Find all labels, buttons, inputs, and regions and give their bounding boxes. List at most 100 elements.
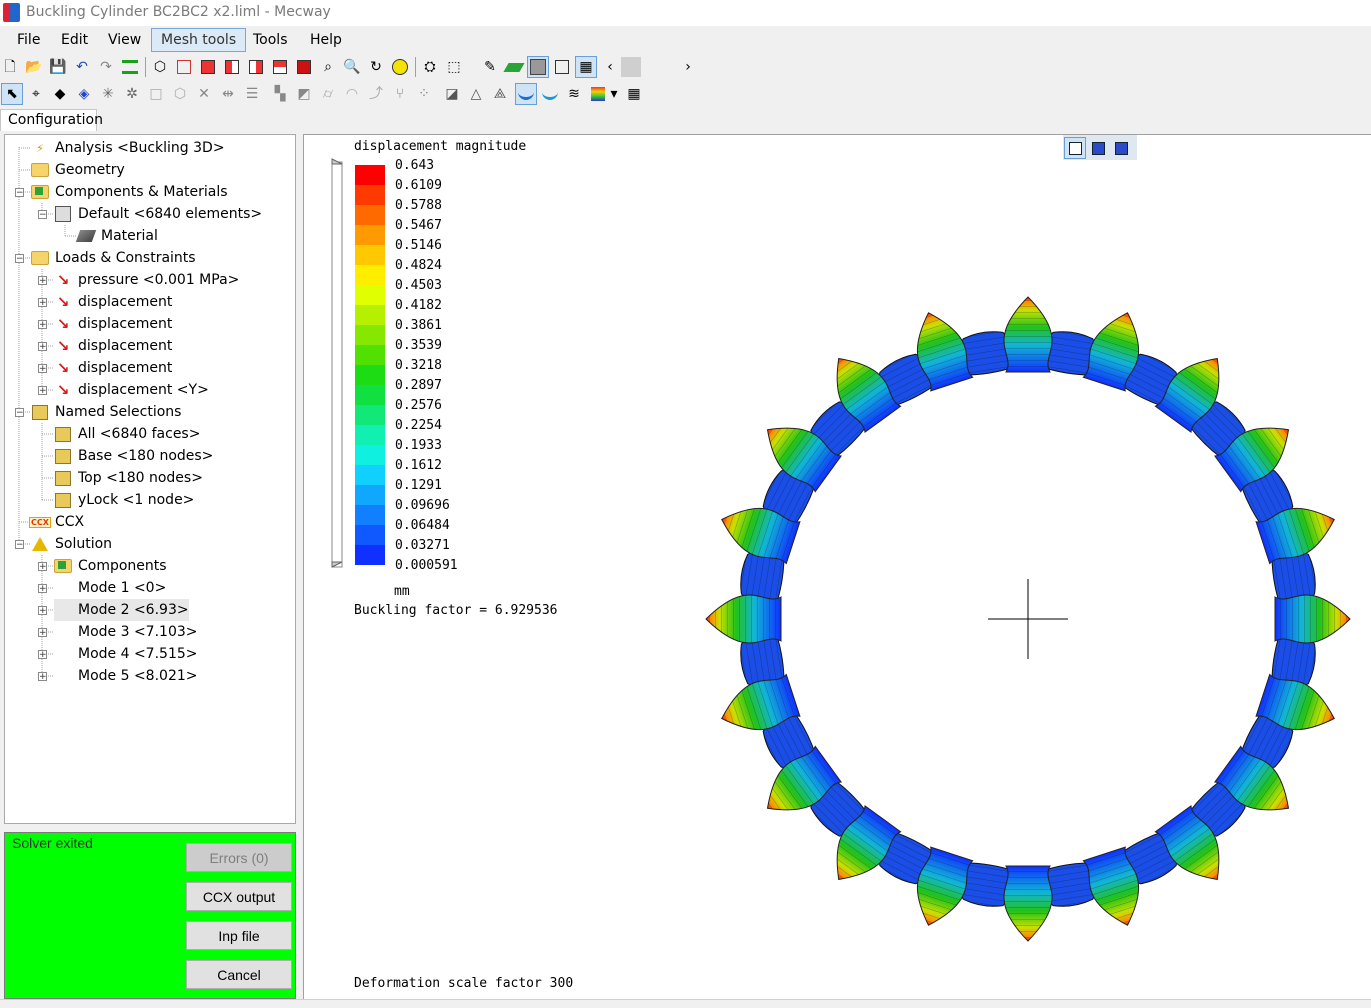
cylinder-icon[interactable]: ⌭ bbox=[318, 84, 338, 104]
toolbar-scroll-thumb[interactable] bbox=[621, 57, 641, 77]
contour-icon[interactable]: ≋ bbox=[564, 84, 584, 104]
collapse-toggle[interactable]: − bbox=[15, 188, 24, 198]
expand-toggle[interactable]: + bbox=[38, 364, 47, 374]
rotate-icon[interactable]: ↻ bbox=[366, 57, 386, 77]
menu-help[interactable]: Help bbox=[302, 31, 350, 49]
edit-icon[interactable]: ✎ bbox=[480, 57, 500, 77]
wireframe-view-icon[interactable]: ⬡ bbox=[150, 57, 170, 77]
tree-item[interactable]: ↘ displacement bbox=[54, 291, 173, 313]
triangulate-icon[interactable]: ◪ bbox=[442, 84, 462, 104]
refine-icon[interactable]: ◩ bbox=[294, 84, 314, 104]
tree-item[interactable]: Mode 4 <7.515> bbox=[54, 643, 198, 665]
tree-item[interactable]: Top <180 nodes> bbox=[54, 467, 203, 489]
select-mode-icon[interactable]: ⬚ bbox=[444, 57, 464, 77]
mesh-icon[interactable]: ⛭ bbox=[420, 57, 440, 77]
tree-item[interactable]: ↘ displacement bbox=[54, 357, 173, 379]
expand-toggle[interactable]: + bbox=[38, 672, 47, 682]
tree-item[interactable]: ↘ displacement bbox=[54, 313, 173, 335]
tree-item[interactable]: Named Selections bbox=[31, 401, 181, 423]
node-select-icon[interactable]: ◈ bbox=[74, 84, 94, 104]
tree-item[interactable]: CCX CCX bbox=[29, 511, 84, 533]
mesh-view-icon[interactable]: ▦ bbox=[575, 56, 597, 78]
cancel-button[interactable]: Cancel bbox=[186, 960, 292, 989]
tree-item[interactable]: Material bbox=[75, 225, 158, 247]
chevron-down-icon[interactable]: ▾ bbox=[608, 84, 620, 104]
expand-toggle[interactable]: + bbox=[38, 628, 47, 638]
tab-configuration[interactable]: Configuration bbox=[0, 109, 103, 131]
tree-item[interactable]: Components & Materials bbox=[31, 181, 228, 203]
menu-file[interactable]: File bbox=[9, 31, 48, 49]
fit-view-icon[interactable] bbox=[390, 57, 410, 77]
tree-item[interactable]: All <6840 faces> bbox=[54, 423, 200, 445]
tri-outline-icon[interactable]: ⟁ bbox=[490, 84, 510, 104]
view-left-icon[interactable] bbox=[222, 57, 242, 77]
expand-toggle[interactable]: + bbox=[38, 584, 47, 594]
face-select-icon[interactable]: ◆ bbox=[50, 84, 70, 104]
view-top-icon[interactable] bbox=[270, 57, 290, 77]
buckled-cylinder-model[interactable] bbox=[304, 135, 1371, 999]
expand-toggle[interactable]: + bbox=[38, 650, 47, 660]
view-right-icon[interactable] bbox=[246, 57, 266, 77]
menu-edit[interactable]: Edit bbox=[53, 31, 96, 49]
collapse-toggle[interactable]: − bbox=[15, 408, 24, 418]
scatter-icon[interactable]: ⁘ bbox=[414, 84, 434, 104]
open-folder-icon[interactable]: 📂 bbox=[24, 57, 44, 77]
deformed-shape-icon[interactable] bbox=[515, 83, 537, 105]
expand-toggle[interactable]: + bbox=[38, 342, 47, 352]
tree-item[interactable]: yLock <1 node> bbox=[54, 489, 194, 511]
expand-toggle[interactable]: + bbox=[38, 298, 47, 308]
tree-item[interactable]: ⚡ Analysis <Buckling 3D> bbox=[31, 137, 224, 159]
menu-tools[interactable]: Tools bbox=[245, 31, 296, 49]
tree-item[interactable]: Loads & Constraints bbox=[31, 247, 196, 269]
collapse-toggle[interactable]: − bbox=[15, 540, 24, 550]
solve-icon[interactable] bbox=[120, 57, 140, 77]
table-icon[interactable]: ▦ bbox=[624, 84, 644, 104]
extrude-icon[interactable]: ☰ bbox=[242, 84, 262, 104]
view-bottom-icon[interactable] bbox=[294, 57, 314, 77]
tree-item[interactable]: Solution bbox=[31, 533, 112, 555]
edges-view-icon[interactable] bbox=[552, 57, 572, 77]
tetra-icon[interactable]: △ bbox=[466, 84, 486, 104]
pointer-select-icon[interactable]: ⬉ bbox=[1, 83, 23, 105]
split-icon[interactable]: ✲ bbox=[122, 84, 142, 104]
merge-icon[interactable]: ▚ bbox=[270, 84, 290, 104]
menu-view[interactable]: View bbox=[100, 31, 149, 49]
expand-toggle[interactable]: + bbox=[38, 606, 47, 616]
surface-icon[interactable] bbox=[503, 57, 525, 77]
hex-icon[interactable]: ⬡ bbox=[170, 84, 190, 104]
tree-item[interactable]: Base <180 nodes> bbox=[54, 445, 213, 467]
zoom-window-icon[interactable]: ⌕ bbox=[318, 57, 338, 77]
mirror-icon[interactable]: ⇹ bbox=[218, 84, 238, 104]
sweep-icon[interactable]: ⤴ bbox=[366, 84, 386, 104]
tree-item[interactable]: Mode 5 <8.021> bbox=[54, 665, 198, 687]
undeformed-shape-icon[interactable] bbox=[540, 84, 560, 104]
scroll-right-icon[interactable]: › bbox=[678, 57, 698, 77]
box-icon[interactable]: □ bbox=[146, 84, 166, 104]
branch-icon[interactable]: ⑂ bbox=[390, 84, 410, 104]
expand-toggle[interactable]: + bbox=[38, 276, 47, 286]
shaded-view-icon[interactable] bbox=[527, 56, 549, 78]
scroll-left-icon[interactable]: ‹ bbox=[600, 57, 620, 77]
save-icon[interactable]: 💾 bbox=[48, 57, 68, 77]
view-front-icon[interactable] bbox=[174, 57, 194, 77]
ccx-output-button[interactable]: CCX output bbox=[186, 882, 292, 911]
inp-file-button[interactable]: Inp file bbox=[186, 921, 292, 950]
tree-item[interactable]: ↘ displacement <Y> bbox=[54, 379, 209, 401]
expand-toggle[interactable]: + bbox=[38, 562, 47, 572]
tree-item[interactable]: ↘ displacement bbox=[54, 335, 173, 357]
tree-item[interactable]: Mode 2 <6.93> bbox=[54, 599, 189, 621]
collapse-toggle[interactable]: − bbox=[15, 254, 24, 264]
zoom-icon[interactable]: 🔍 bbox=[342, 57, 362, 77]
undo-icon[interactable]: ↶ bbox=[72, 57, 92, 77]
explode-icon[interactable]: ✳ bbox=[98, 84, 118, 104]
tree-item[interactable]: Mode 3 <7.103> bbox=[54, 621, 198, 643]
tree-item[interactable]: ↘ pressure <0.001 MPa> bbox=[54, 269, 240, 291]
delete-icon[interactable]: ✕ bbox=[194, 84, 214, 104]
collapse-toggle[interactable]: − bbox=[38, 210, 47, 220]
animation-icon[interactable] bbox=[588, 84, 608, 104]
expand-toggle[interactable]: + bbox=[38, 320, 47, 330]
tree-item[interactable]: Components bbox=[54, 555, 167, 577]
expand-toggle[interactable]: + bbox=[38, 386, 47, 396]
redo-icon[interactable]: ↷ bbox=[96, 57, 116, 77]
tree-item[interactable]: Default <6840 elements> bbox=[54, 203, 262, 225]
